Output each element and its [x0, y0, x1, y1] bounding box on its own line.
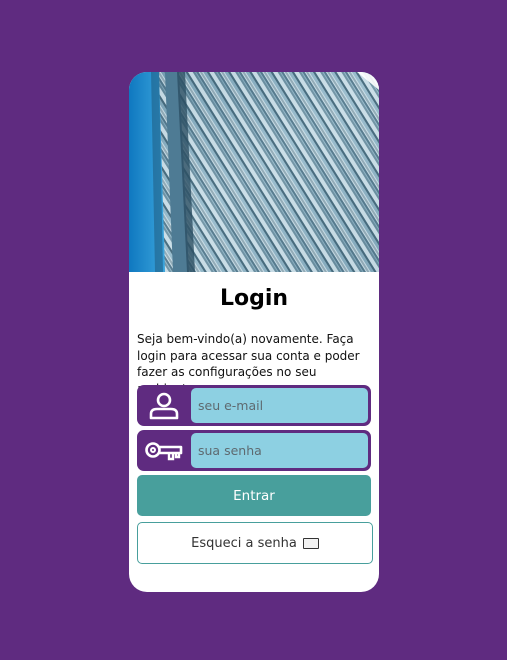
building-facade-image [129, 72, 379, 272]
password-field-group [137, 430, 371, 471]
email-field-group [137, 385, 371, 426]
envelope-icon [302, 537, 319, 549]
user-icon [137, 385, 191, 426]
login-button[interactable]: Entrar [137, 475, 371, 516]
forgot-password-label: Esqueci a senha [191, 535, 297, 551]
login-card: Login Seja bem-vindo(a) novamente. Faça … [129, 72, 379, 592]
page-title: Login [219, 286, 289, 311]
email-field[interactable] [191, 388, 368, 423]
forgot-password-button[interactable]: Esqueci a senha [137, 522, 373, 564]
key-icon [137, 430, 191, 471]
password-field[interactable] [191, 433, 368, 468]
